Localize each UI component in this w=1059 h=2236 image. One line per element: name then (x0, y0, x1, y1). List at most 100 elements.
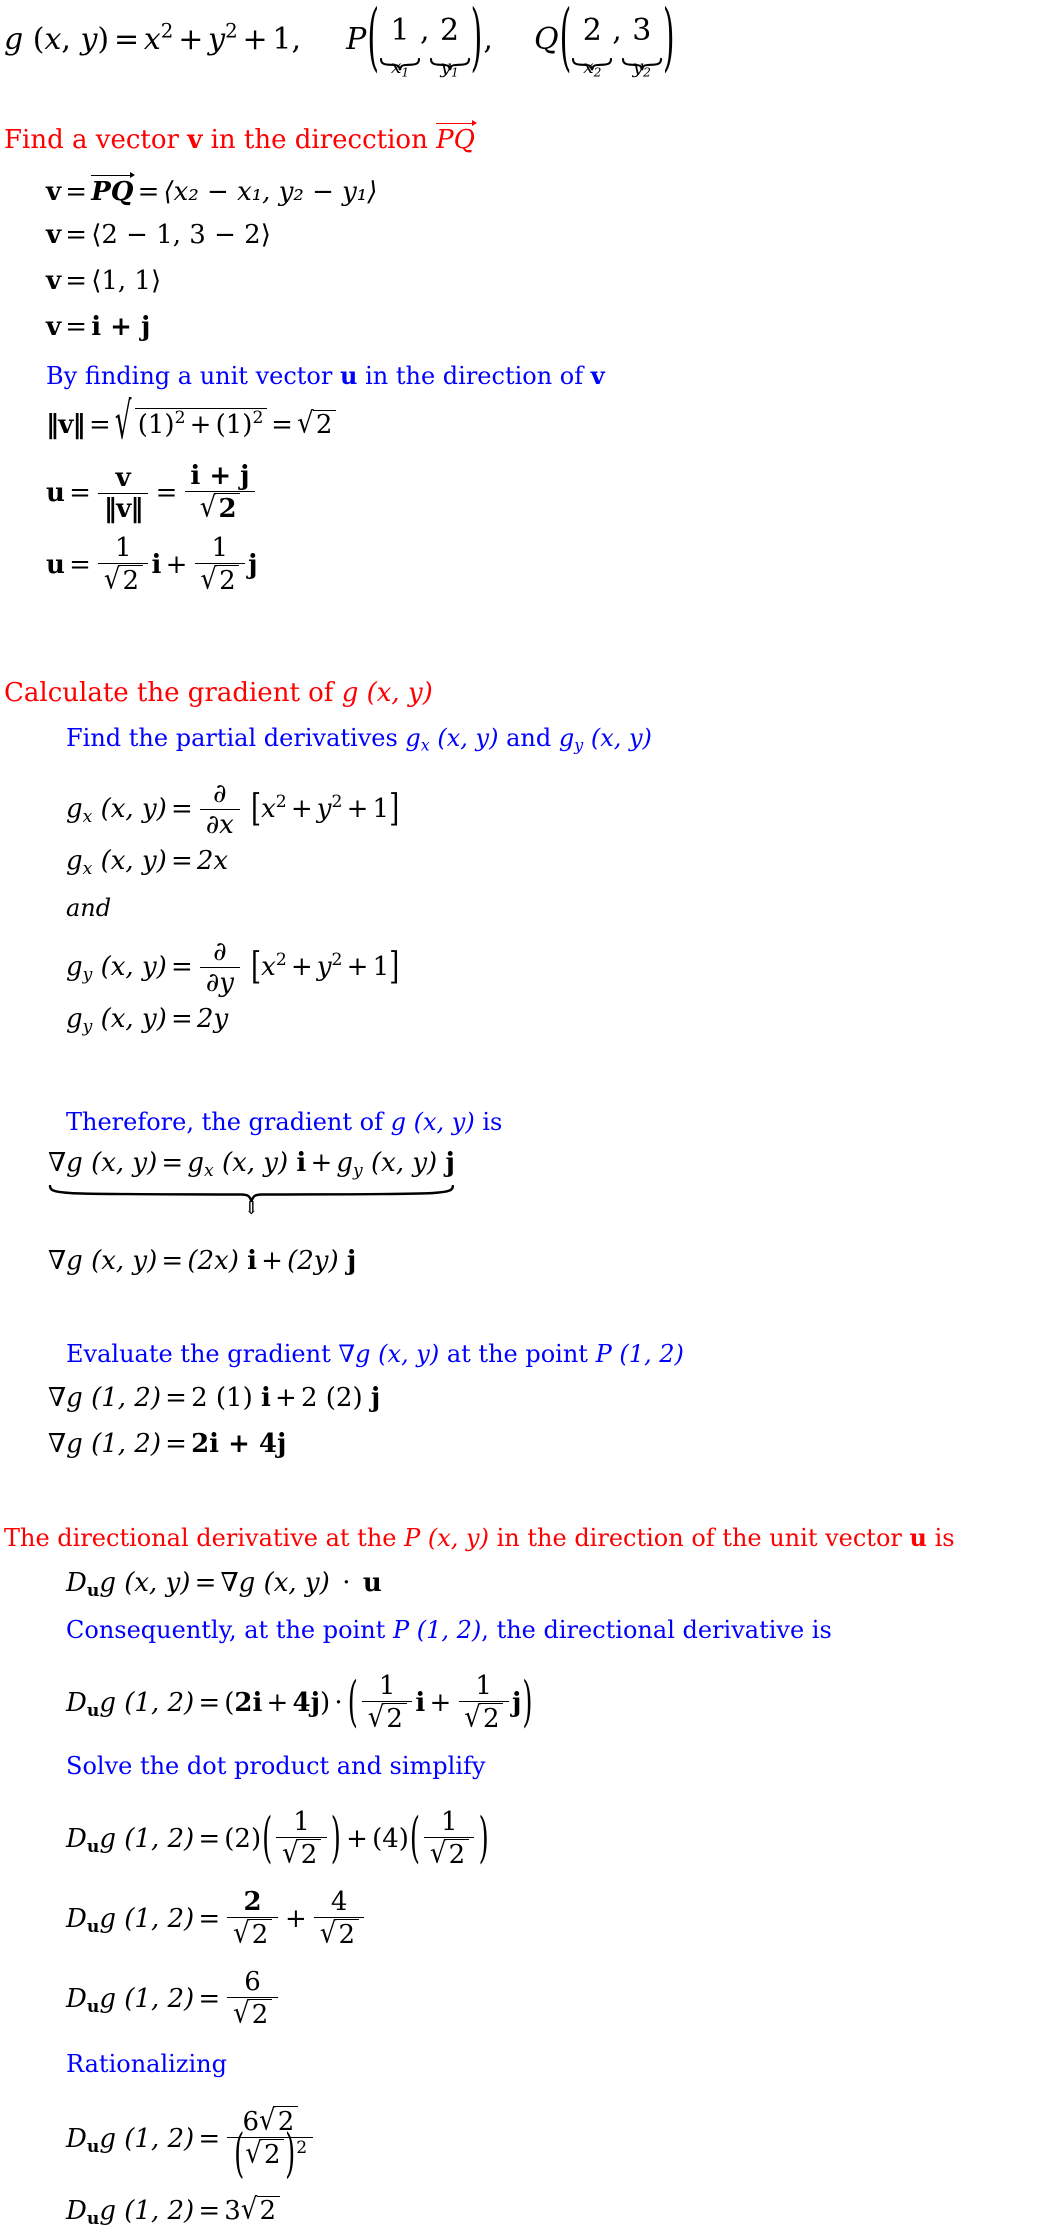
solve-dot-product-label: Solve the dot product and simplify (66, 1754, 485, 1778)
step6-heading: The directional derivative at the P (x, … (4, 1523, 955, 1552)
gradient-result-line: ∇g (x, y) = (2x) i + (2y) j (48, 1246, 357, 1276)
bracket-expression: [x2 + y2 +1] (250, 945, 400, 989)
step1-heading-text-after: in the direcction (210, 125, 428, 156)
step4-heading-text-before: Therefore, the gradient of (66, 1108, 383, 1136)
step1-heading-text-before: Find a vector (4, 125, 179, 156)
fraction-rationalized: 6 √ 2(√ 2)2 (227, 2105, 313, 2183)
norm-v-lhs: ‖v‖ (46, 409, 86, 440)
gx-result-line: gx (x, y) = 2x (66, 846, 229, 879)
gradient-result-rhs: (2x) i + (2y) j (187, 1246, 357, 1276)
step1-line-3: v = ⟨1, 1⟩ (46, 266, 162, 296)
i-unit-vector: i (415, 1687, 426, 1718)
step5-heading-text-before: Evaluate the gradient (66, 1340, 331, 1368)
fraction-six-over-sqrt2: 6 √ 2 (227, 1968, 278, 2029)
and-word: and (506, 724, 552, 752)
ij-form: i + j (91, 312, 151, 342)
function-g-reference: g (x, y) (341, 678, 433, 708)
gradient-at-point-lhs: ∇g (1, 2) (48, 1383, 161, 1413)
gx-result-rhs: 2x (196, 846, 229, 876)
underbrace-gradient-definition: ∇g (x, y) = gx (x, y) i + gy (x, y) j ⇓ (48, 1150, 455, 1218)
underbrace-y1: 2 y1 (429, 16, 470, 79)
and-connector: and (66, 896, 111, 920)
lhs-u: u (46, 549, 65, 580)
dot-product-sum-line: Dug (1, 2) = 2 √ 2 +4 √ 2 (66, 1888, 367, 1949)
Du-g-rhs: ∇g (x, y) · u (220, 1568, 382, 1598)
gy-lhs: gy (x, y) (66, 951, 167, 985)
sqrt-radical-icon: √ 2 (241, 2195, 280, 2224)
gradient-at-point-final-rhs: 2i + 4j (191, 1429, 287, 1459)
solve-label-text: Solve the dot product and simplify (66, 1752, 486, 1780)
fraction-one-over-sqrt2: 1 √ 2 (194, 534, 245, 595)
underbrace-x2: 2 x2 (572, 16, 613, 79)
step1-line-4: v = i + j (46, 312, 151, 342)
gradient-vector-factor: (2i +4j) (224, 1687, 331, 1718)
sqrt-radical-icon: √ 2 (320, 1918, 359, 1949)
gx-lhs: gx (x, y) (66, 793, 167, 827)
point-Pxy-reference: P (x, y) (404, 1524, 489, 1552)
unit-vector-expanded-line: u = 1 √ 2 i +1 √ 2 j (46, 533, 258, 597)
directional-derivative-formula-line: Dug (x, y) = ∇g (x, y) · u (66, 1568, 382, 1601)
norm-of-v-line: ‖v‖ = √ (1)2 + (1)2 = √ 2 (46, 397, 336, 448)
vector-v-symbol: v (187, 125, 203, 156)
fraction-v-over-normv: v ‖v‖ (98, 464, 149, 523)
rationalizing-label: Rationalizing (66, 2052, 227, 2076)
vector-pq-arrow-icon: PQ (436, 122, 475, 153)
underbrace-x1: 1 x1 (379, 16, 421, 79)
point-Q-group: Q(2 x2, 3 y2) (533, 0, 675, 82)
gradient-lhs: ∇g (x, y) (48, 1246, 158, 1276)
step2-heading: By finding a unit vector u in the direct… (46, 361, 605, 390)
gy-lhs: gy (x, y) (66, 1004, 167, 1037)
lhs-v: v (46, 220, 62, 250)
underbrace-y2: 3 y2 (621, 16, 662, 79)
Du-g-lhs: Dug (x, y) (66, 1568, 191, 1601)
gy-result-line: gy (x, y) = 2y (66, 1004, 229, 1037)
sqrt-radical-icon: √ (1)2 + (1)2 (115, 397, 268, 448)
gy-definition-line: gy (x, y) = ∂ ∂y [x2 + y2 +1] (66, 937, 400, 999)
Du-g-at-point-lhs: Dug (1, 2) (66, 1983, 195, 2017)
gradient-at-point-lhs: ∇g (1, 2) (48, 1429, 161, 1459)
vector-pq-arrow-icon: PQ (91, 174, 133, 205)
step1-heading: Find a vector v in the direcction PQ (4, 122, 475, 156)
step3-heading: Calculate the gradient of g (x, y) (4, 680, 433, 706)
simplified-components: ⟨1, 1⟩ (91, 266, 162, 296)
unit-vector-u-symbol: u (909, 1523, 927, 1552)
step3-subheading: Find the partial derivatives gx (x, y) a… (66, 726, 652, 753)
gradient-definition-content: ∇g (x, y) = gx (x, y) i + gy (x, y) j (48, 1148, 455, 1181)
brace-x2 (572, 47, 613, 71)
fraction-one-over-sqrt2: 1 √ 2 (98, 534, 149, 595)
gy-reference: gy (x, y) (558, 724, 652, 755)
function-g-reference: g (x, y) (390, 1108, 475, 1136)
point-P-group: P(1 x1, 2 y1), (346, 0, 493, 82)
step6-heading-text-1: The directional derivative at the (4, 1524, 397, 1552)
step2-heading-text-middle: in the direction of (365, 362, 584, 390)
subheading-text-before: Find the partial derivatives (66, 724, 398, 752)
pq-components: ⟨x₂ − x₁, y₂ − y₁⟩ (163, 177, 378, 208)
j-unit-vector: j (248, 549, 258, 580)
i-unit-vector: i (151, 549, 162, 580)
lhs-v: v (46, 177, 62, 208)
sqrt-radical-icon: √ 2 (233, 1998, 272, 2029)
brace-y1 (429, 47, 470, 71)
point-P-reference: P (1, 2) (595, 1340, 684, 1368)
step4-heading: Therefore, the gradient of g (x, y) is (66, 1110, 502, 1134)
point-P12-reference: P (1, 2) (392, 1616, 482, 1644)
math-solution-page: g (x, y) = x2 + y2 +1, P(1 x1, 2 y1), Q(2 x2, 3 y2)… (0, 0, 1059, 2236)
sqrt-radical-icon: √ 2 (368, 1702, 407, 1733)
fraction-ij-over-sqrt2: i + j √ 2 (184, 462, 256, 523)
sqrt-radical-icon: √ 2 (464, 1702, 504, 1733)
step1-line-1: v = PQ = ⟨x₂ − x₁, y₂ − y₁⟩ (46, 174, 378, 208)
gx-lhs: gx (x, y) (66, 846, 167, 879)
step6-heading-text-3: is (934, 1524, 955, 1552)
consequently-text-2: the directional derivative is (496, 1616, 832, 1644)
consequently-text-1: Consequently, at the point (66, 1616, 386, 1644)
j-unit-vector: j (511, 1687, 522, 1718)
gradient-definition-underbrace: ∇g (x, y) = gx (x, y) i + gy (x, y) j ⇓ (48, 1150, 455, 1218)
final-answer-line: Dug (1, 2) = 3 √ 2 (66, 2195, 280, 2228)
partial-derivative-x-operator: ∂ ∂x (200, 780, 240, 839)
factor-two: (2) (224, 1823, 262, 1854)
gx-definition-line: gx (x, y) = ∂ ∂x [x2 + y2 +1] (66, 779, 400, 841)
unit-vector-definition-line: u = v ‖v‖ = i + j √ 2 (46, 462, 258, 523)
step4-heading-text-after: is (482, 1108, 503, 1136)
vector-v-symbol: v (590, 361, 605, 390)
factor-four: (4) (372, 1823, 409, 1854)
